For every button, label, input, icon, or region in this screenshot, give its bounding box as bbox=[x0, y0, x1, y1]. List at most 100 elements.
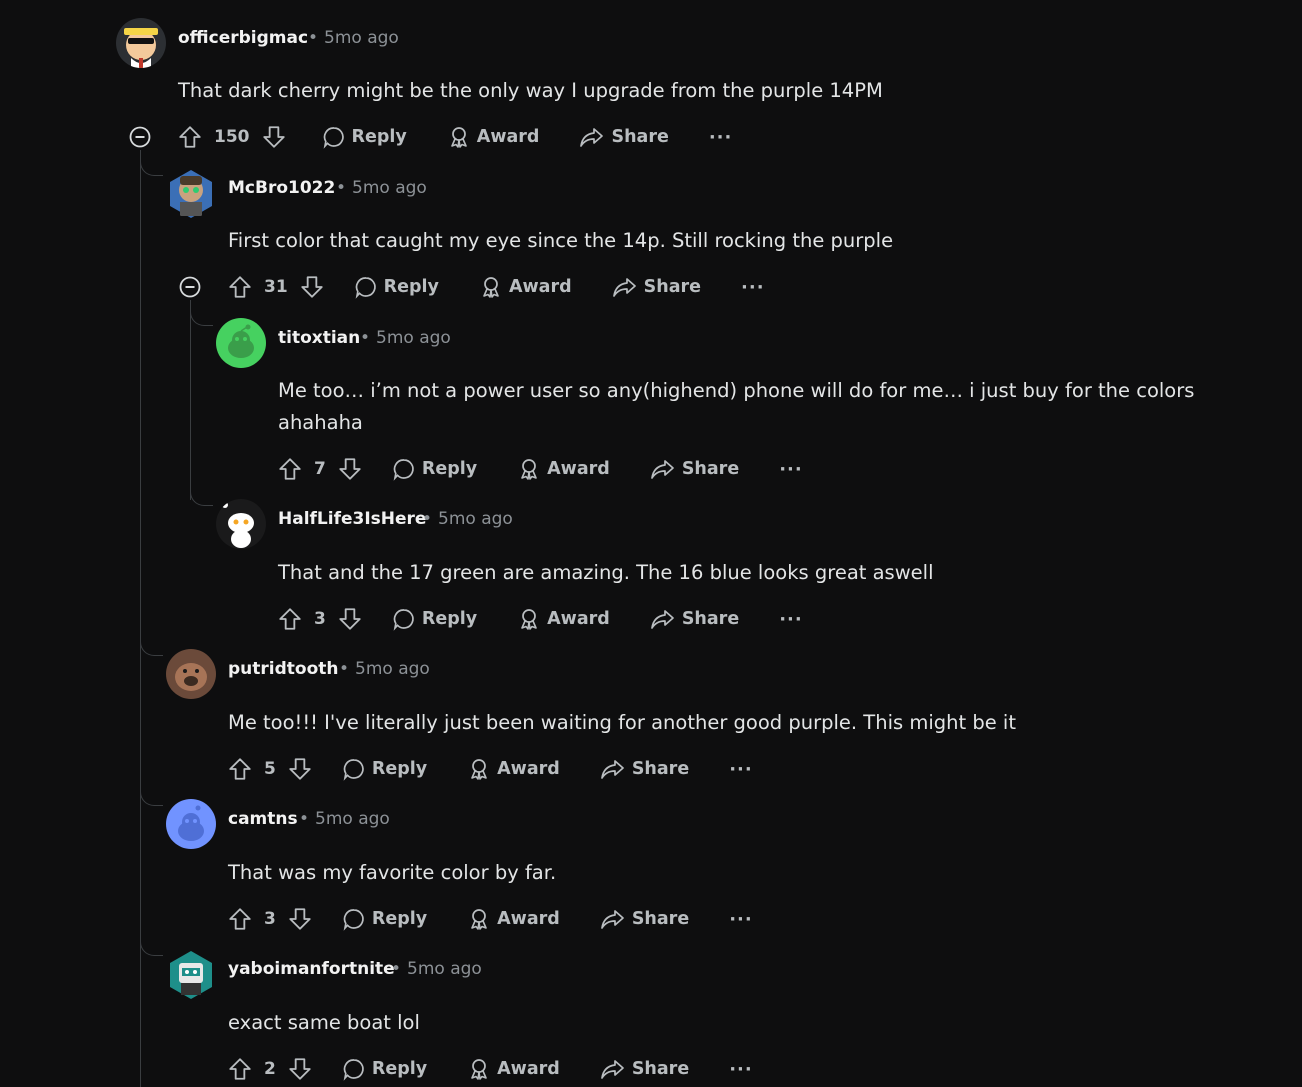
award-button[interactable]: Award bbox=[467, 757, 560, 781]
upvote-arrow-icon[interactable] bbox=[226, 1055, 254, 1083]
award-button[interactable]: Award bbox=[479, 275, 572, 299]
award-button[interactable]: Award bbox=[517, 457, 610, 481]
award-ribbon-icon bbox=[450, 127, 467, 148]
speech-bubble-icon bbox=[343, 909, 364, 931]
username[interactable]: officerbigmac bbox=[178, 28, 308, 48]
upvote-arrow-icon[interactable] bbox=[176, 123, 204, 151]
timestamp: • 5mo ago bbox=[391, 959, 482, 979]
avatar[interactable] bbox=[216, 499, 266, 549]
vote-score: 3 bbox=[314, 609, 326, 629]
avatar[interactable] bbox=[116, 18, 166, 68]
comment-thread: officerbigmac • 5mo ago That dark cherry … bbox=[0, 0, 1302, 1087]
thread-elbow bbox=[140, 640, 163, 656]
username[interactable]: titoxtian bbox=[278, 328, 360, 348]
comment-body: Me too!!! I've literally just been waiti… bbox=[228, 711, 1016, 734]
vote-score: 5 bbox=[264, 759, 276, 779]
username[interactable]: yaboimanfortnite bbox=[228, 959, 395, 979]
award-ribbon-icon bbox=[483, 277, 499, 298]
collapse-minus-icon[interactable] bbox=[179, 276, 201, 298]
share-arrow-icon bbox=[600, 910, 624, 929]
reply-button[interactable]: Reply bbox=[392, 457, 477, 481]
username[interactable]: camtns bbox=[228, 809, 298, 829]
comment-actions: 5 Reply Award Share ··· bbox=[226, 753, 753, 785]
comment-body-line-1: Me too… i’m not a power user so any(high… bbox=[278, 379, 1195, 402]
comment-actions: 2 Reply Award Share ··· bbox=[226, 1053, 753, 1085]
upvote-arrow-icon[interactable] bbox=[226, 755, 254, 783]
thread-elbow bbox=[190, 310, 213, 326]
reply-button[interactable]: Reply bbox=[342, 1057, 427, 1081]
share-button[interactable]: Share bbox=[600, 907, 689, 931]
username[interactable]: McBro1022 bbox=[228, 178, 335, 198]
username[interactable]: HalfLife3IsHere bbox=[278, 509, 426, 529]
share-arrow-icon bbox=[650, 610, 674, 629]
downvote-arrow-icon[interactable] bbox=[286, 755, 314, 783]
award-button[interactable]: Award bbox=[447, 125, 539, 149]
avatar[interactable] bbox=[166, 168, 216, 218]
downvote-arrow-icon[interactable] bbox=[298, 273, 326, 301]
reply-button[interactable]: Reply bbox=[342, 907, 427, 931]
downvote-arrow-icon[interactable] bbox=[336, 605, 364, 633]
award-button[interactable]: Award bbox=[467, 1057, 560, 1081]
upvote-arrow-icon[interactable] bbox=[276, 455, 304, 483]
award-ribbon-icon bbox=[521, 459, 537, 480]
more-options-button[interactable]: ··· bbox=[729, 1059, 753, 1080]
comment-actions: 3 Reply Award Share ··· bbox=[226, 903, 753, 935]
downvote-arrow-icon[interactable] bbox=[286, 1055, 314, 1083]
share-arrow-icon bbox=[600, 760, 624, 779]
avatar[interactable] bbox=[166, 949, 216, 999]
award-ribbon-icon bbox=[471, 909, 487, 930]
upvote-arrow-icon[interactable] bbox=[226, 273, 254, 301]
share-arrow-icon bbox=[580, 128, 604, 147]
share-arrow-icon bbox=[650, 460, 674, 479]
award-button[interactable]: Award bbox=[517, 607, 610, 631]
share-button[interactable]: Share bbox=[650, 607, 739, 631]
collapse-minus-icon[interactable] bbox=[129, 126, 151, 148]
more-options-button[interactable]: ··· bbox=[709, 127, 733, 148]
speech-bubble-icon bbox=[355, 277, 376, 299]
speech-bubble-icon bbox=[343, 759, 364, 781]
share-button[interactable]: Share bbox=[600, 757, 689, 781]
thread-elbow bbox=[140, 940, 163, 956]
award-ribbon-icon bbox=[471, 1059, 487, 1080]
comment-body: That dark cherry might be the only way I… bbox=[178, 79, 883, 102]
speech-bubble-icon bbox=[343, 1059, 364, 1081]
share-button[interactable]: Share bbox=[600, 1057, 689, 1081]
downvote-arrow-icon[interactable] bbox=[336, 455, 364, 483]
thread-elbow bbox=[140, 790, 163, 806]
share-button[interactable]: Share bbox=[579, 125, 669, 149]
comment-actions: 31 Reply Award Share ··· bbox=[226, 271, 765, 303]
vote-score: 7 bbox=[314, 459, 326, 479]
comment-body-line-2: ahahaha bbox=[278, 411, 363, 434]
upvote-arrow-icon[interactable] bbox=[276, 605, 304, 633]
avatar[interactable] bbox=[166, 649, 216, 699]
more-options-button[interactable]: ··· bbox=[729, 759, 753, 780]
vote-score: 31 bbox=[264, 277, 288, 297]
reply-button[interactable]: Reply bbox=[354, 275, 439, 299]
downvote-arrow-icon[interactable] bbox=[260, 123, 288, 151]
speech-bubble-icon bbox=[393, 609, 414, 631]
more-options-button[interactable]: ··· bbox=[729, 909, 753, 930]
share-button[interactable]: Share bbox=[612, 275, 701, 299]
reply-button[interactable]: Reply bbox=[342, 757, 427, 781]
reply-button[interactable]: Reply bbox=[392, 607, 477, 631]
username[interactable]: putridtooth bbox=[228, 659, 339, 679]
award-ribbon-icon bbox=[471, 759, 487, 780]
award-button[interactable]: Award bbox=[467, 907, 560, 931]
reply-button[interactable]: Reply bbox=[322, 125, 407, 149]
share-arrow-icon bbox=[612, 278, 636, 297]
downvote-arrow-icon[interactable] bbox=[286, 905, 314, 933]
avatar[interactable] bbox=[166, 799, 216, 849]
avatar[interactable] bbox=[216, 318, 266, 368]
speech-bubble-icon bbox=[323, 127, 344, 149]
upvote-arrow-icon[interactable] bbox=[226, 905, 254, 933]
share-button[interactable]: Share bbox=[650, 457, 739, 481]
more-options-button[interactable]: ··· bbox=[779, 609, 803, 630]
timestamp: • 5mo ago bbox=[360, 328, 451, 348]
comment-body: exact same boat lol bbox=[228, 1011, 420, 1034]
speech-bubble-icon bbox=[393, 459, 414, 481]
more-options-button[interactable]: ··· bbox=[741, 277, 765, 298]
timestamp: • 5mo ago bbox=[308, 28, 399, 48]
more-options-button[interactable]: ··· bbox=[779, 459, 803, 480]
thread-line-mcbro[interactable] bbox=[190, 300, 191, 500]
share-arrow-icon bbox=[600, 1060, 624, 1079]
